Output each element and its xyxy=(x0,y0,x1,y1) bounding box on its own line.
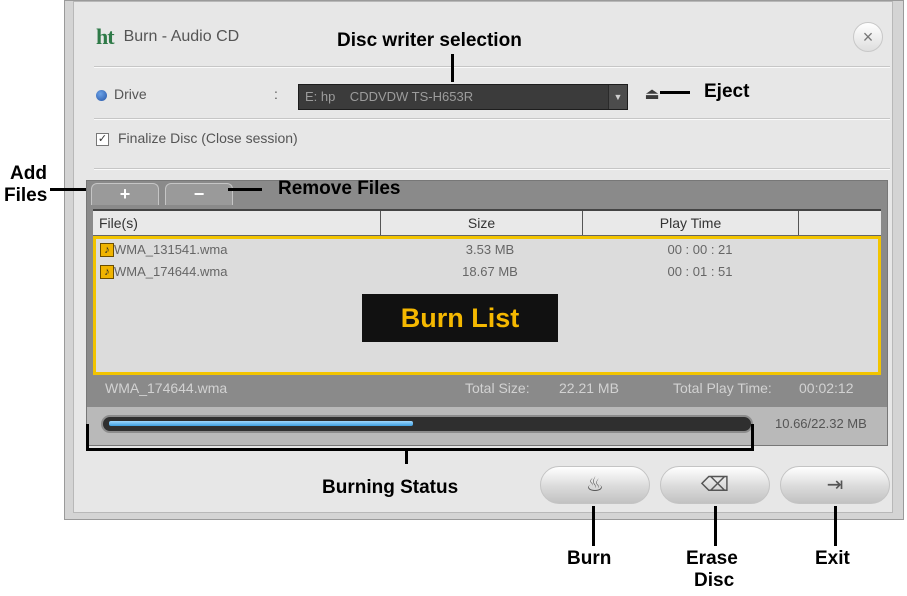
progress-bar xyxy=(101,415,753,433)
exit-door-icon: ⇥ xyxy=(826,474,844,496)
flame-disc-icon: ♨ xyxy=(586,474,604,496)
window-title: Burn - Audio CD xyxy=(123,28,240,45)
exit-pointer xyxy=(834,506,837,546)
divider xyxy=(94,168,890,170)
file-name: WMA_131541.wma xyxy=(114,242,228,257)
divider xyxy=(94,118,890,120)
burning-status: 10.66/22.32 MB xyxy=(87,407,887,445)
eject-pointer xyxy=(660,91,690,94)
burning-status-bracket-right xyxy=(751,424,754,450)
column-header-play-time[interactable]: Play Time xyxy=(583,211,799,235)
erase-pointer xyxy=(714,506,717,546)
exit-button[interactable]: ⇥ xyxy=(780,466,890,504)
disc-writer-callout: Disc writer selection xyxy=(337,30,522,51)
file-size: 18.67 MB xyxy=(462,264,518,279)
add-files-pointer xyxy=(50,188,86,191)
file-play-time: 00 : 01 : 51 xyxy=(667,264,733,279)
total-play-time-value: 00:02:12 xyxy=(799,380,854,396)
eject-icon[interactable]: ⏏ xyxy=(643,86,661,104)
column-header-size[interactable]: Size xyxy=(381,211,583,235)
finalize-checkbox[interactable]: ✓ xyxy=(96,133,109,146)
add-files-callout-1: Add xyxy=(10,163,47,184)
drive-label: Drive xyxy=(114,86,147,102)
remove-files-callout: Remove Files xyxy=(278,178,401,199)
disc-writer-pointer xyxy=(451,54,454,82)
burn-callout: Burn xyxy=(567,548,612,569)
burn-list-callout: Burn List xyxy=(362,294,558,342)
total-play-time-label: Total Play Time: xyxy=(673,380,772,396)
close-button[interactable]: × xyxy=(853,22,883,52)
erase-callout-1: Erase xyxy=(686,548,738,569)
burn-button[interactable]: ♨ xyxy=(540,466,650,504)
burning-status-callout: Burning Status xyxy=(322,477,459,498)
current-file: WMA_174644.wma xyxy=(105,380,228,396)
erase-callout-2: Disc xyxy=(694,570,735,591)
add-files-tab[interactable]: + xyxy=(91,183,159,205)
disc-writer-select[interactable]: E: hp CDDVDW TS-H653R ▼ xyxy=(298,84,628,110)
erase-disc-button[interactable]: ⌫ xyxy=(660,466,770,504)
window-body: ht Burn - Audio CD × Drive : E: hp CDDVD… xyxy=(73,1,893,513)
drive-separator: : xyxy=(274,86,278,102)
divider xyxy=(94,66,890,68)
list-item[interactable]: ♪ WMA_131541.wma 3.53 MB 00 : 00 : 21 xyxy=(100,241,860,261)
summary-bar: WMA_174644.wma Total Size: 22.21 MB Tota… xyxy=(87,377,887,401)
music-file-icon: ♪ xyxy=(100,265,114,279)
eject-callout: Eject xyxy=(704,81,750,102)
list-item[interactable]: ♪ WMA_174644.wma 18.67 MB 00 : 01 : 51 xyxy=(100,263,860,283)
music-file-icon: ♪ xyxy=(100,243,114,257)
drive-row: Drive : E: hp CDDVDW TS-H653R ▼ ⏏ xyxy=(96,84,886,112)
add-files-callout-2: Files xyxy=(4,185,48,206)
burn-window: ht Burn - Audio CD × Drive : E: hp CDDVD… xyxy=(64,0,904,520)
file-play-time: 00 : 00 : 21 xyxy=(667,242,733,257)
remove-icon: − xyxy=(193,184,205,204)
app-logo: ht xyxy=(96,24,115,49)
file-size: 3.53 MB xyxy=(465,242,515,257)
chevron-down-icon[interactable]: ▼ xyxy=(608,85,627,109)
progress-text: 10.66/22.32 MB xyxy=(775,416,867,431)
burning-status-pointer xyxy=(405,450,408,464)
column-header-files[interactable]: File(s) xyxy=(93,211,381,235)
title-bar: ht Burn - Audio CD xyxy=(96,24,239,50)
burn-pointer xyxy=(592,506,595,546)
total-size-label: Total Size: xyxy=(465,380,530,396)
disc-writer-value: E: hp CDDVDW TS-H653R xyxy=(305,89,474,104)
burn-list[interactable]: File(s) Size Play Time ♪ WMA_131541.wma … xyxy=(93,209,881,375)
file-name: WMA_174644.wma xyxy=(114,264,228,279)
burning-status-bracket-bottom xyxy=(86,448,754,451)
add-icon: + xyxy=(119,184,131,204)
remove-files-tab[interactable]: − xyxy=(165,183,233,205)
drive-radio[interactable] xyxy=(96,90,107,101)
remove-files-pointer xyxy=(228,188,262,191)
total-size-value: 22.21 MB xyxy=(559,380,619,396)
progress-fill xyxy=(109,421,413,426)
exit-callout: Exit xyxy=(815,548,850,569)
finalize-label: Finalize Disc (Close session) xyxy=(118,130,298,146)
eraser-disc-icon: ⌫ xyxy=(700,474,730,496)
burning-status-bracket-left xyxy=(86,424,89,450)
list-header: File(s) Size Play Time xyxy=(93,211,881,236)
